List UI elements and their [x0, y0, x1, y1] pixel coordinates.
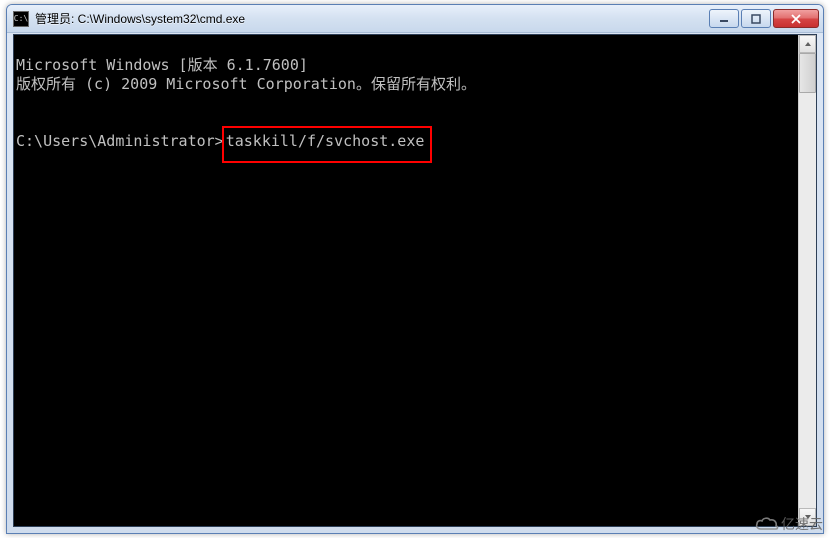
command-highlight: taskkill/f/svchost.exe: [222, 126, 433, 163]
window-controls: [709, 9, 819, 28]
cloud-icon: [755, 516, 777, 532]
scroll-up-button[interactable]: [799, 35, 816, 53]
cmd-icon: C:\: [13, 11, 29, 27]
typed-command: taskkill/f/svchost.exe: [226, 132, 425, 150]
scroll-thumb[interactable]: [799, 53, 816, 93]
maximize-button[interactable]: [741, 9, 771, 28]
minimize-button[interactable]: [709, 9, 739, 28]
client-area: Microsoft Windows [版本 6.1.7600]版权所有 (c) …: [13, 34, 817, 527]
titlebar[interactable]: C:\ 管理员: C:\Windows\system32\cmd.exe: [7, 5, 823, 33]
watermark-text: 亿速云: [781, 514, 823, 534]
prompt-path: C:\Users\Administrator>: [16, 132, 224, 151]
close-button[interactable]: [773, 9, 819, 28]
watermark: 亿速云: [755, 514, 823, 534]
window-title: 管理员: C:\Windows\system32\cmd.exe: [35, 10, 709, 27]
prompt-line: C:\Users\Administrator>taskkill/f/svchos…: [16, 132, 796, 163]
console-line-version: Microsoft Windows [版本 6.1.7600]: [16, 56, 796, 75]
cmd-window: C:\ 管理员: C:\Windows\system32\cmd.exe Mic…: [6, 4, 824, 534]
vertical-scrollbar[interactable]: [798, 35, 816, 526]
console-line-copyright: 版权所有 (c) 2009 Microsoft Corporation。保留所有…: [16, 75, 796, 94]
console-output[interactable]: Microsoft Windows [版本 6.1.7600]版权所有 (c) …: [14, 35, 798, 526]
